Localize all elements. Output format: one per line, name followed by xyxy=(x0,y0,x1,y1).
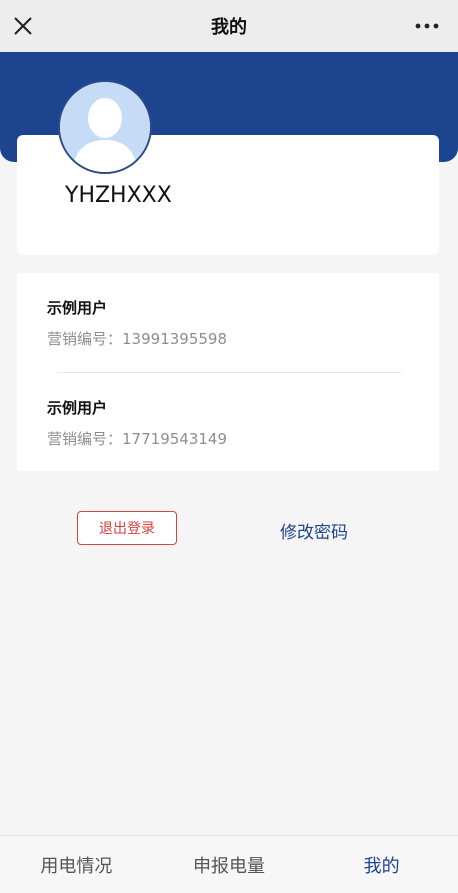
accounts-list: 示例用户 营销编号：13991395598 示例用户 营销编号：17719543… xyxy=(17,273,439,471)
divider xyxy=(57,372,401,373)
logout-button[interactable]: 退出登录 xyxy=(77,511,177,545)
account-number-label: 营销编号： xyxy=(47,330,123,348)
tab-mine[interactable]: 我的 xyxy=(305,852,458,878)
user-avatar-icon[interactable] xyxy=(58,80,152,174)
account-name: 示例用户 xyxy=(47,399,108,417)
change-password-link[interactable]: 修改密码 xyxy=(280,518,348,543)
account-name: 示例用户 xyxy=(47,299,108,317)
list-item[interactable]: 示例用户 营销编号：13991395598 xyxy=(47,297,227,349)
account-number: 17719543149 xyxy=(122,430,227,448)
page-title: 我的 xyxy=(211,17,247,38)
top-bar: 我的 xyxy=(0,0,458,52)
username: YHZHXXX xyxy=(65,183,172,208)
more-icon[interactable] xyxy=(414,16,440,36)
account-number-row: 营销编号：13991395598 xyxy=(47,328,227,349)
tab-declare[interactable]: 申报电量 xyxy=(153,852,306,878)
account-number-row: 营销编号：17719543149 xyxy=(47,428,227,449)
close-icon[interactable] xyxy=(10,13,36,39)
list-item[interactable]: 示例用户 营销编号：17719543149 xyxy=(47,397,227,449)
account-number: 13991395598 xyxy=(122,330,227,348)
account-number-label: 营销编号： xyxy=(47,430,123,448)
bottom-tab-bar: 用电情况 申报电量 我的 xyxy=(0,835,458,893)
tab-usage[interactable]: 用电情况 xyxy=(0,852,153,878)
